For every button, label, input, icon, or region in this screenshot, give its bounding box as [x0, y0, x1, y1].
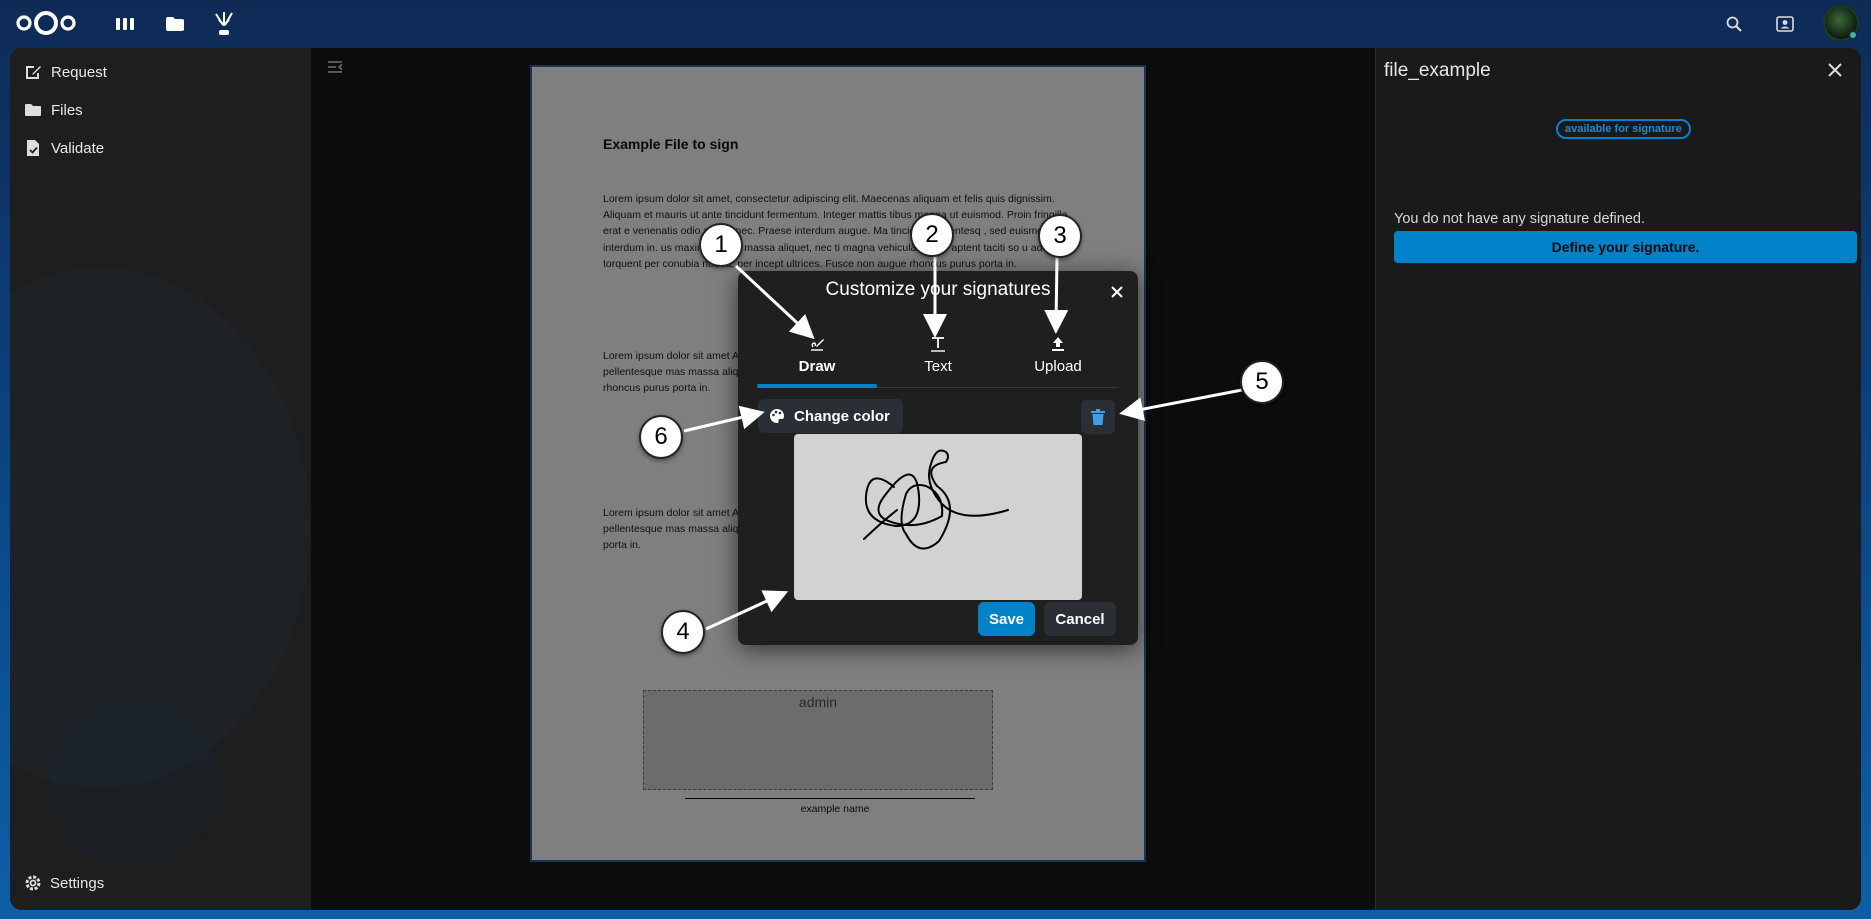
define-signature-button[interactable]: Define your signature.	[1394, 231, 1857, 263]
cancel-button[interactable]: Cancel	[1044, 602, 1116, 636]
status-dot	[1848, 30, 1858, 40]
draw-icon	[811, 339, 824, 351]
libresign-icon[interactable]	[210, 10, 238, 38]
tab-text[interactable]: Text	[878, 335, 998, 375]
nav-item-label: Files	[51, 101, 83, 119]
callout-5: 5	[1240, 360, 1284, 404]
tab-draw[interactable]: Draw	[757, 335, 877, 375]
signature-canvas[interactable]	[794, 434, 1082, 600]
settings-button[interactable]: Settings	[24, 874, 104, 892]
tab-label: Text	[924, 358, 952, 375]
tab-label: Draw	[798, 358, 836, 375]
tab-label: Upload	[1034, 358, 1082, 375]
search-icon[interactable]	[1718, 8, 1750, 40]
callout-3: 3	[1038, 214, 1082, 258]
files-icon[interactable]	[161, 10, 189, 38]
palette-icon	[770, 409, 784, 423]
trash-icon	[1091, 409, 1105, 425]
text-icon	[931, 337, 945, 352]
customize-signatures-dialog: Customize your signatures Draw Text Uplo…	[738, 271, 1138, 645]
callout-6: 6	[639, 415, 683, 459]
nextcloud-logo[interactable]	[14, 8, 78, 38]
upload-icon	[1052, 337, 1064, 351]
dialog-title: Customize your signatures	[825, 279, 1051, 300]
request-icon	[26, 66, 41, 79]
clear-signature-button[interactable]	[1081, 400, 1115, 434]
close-icon[interactable]	[1108, 283, 1126, 301]
change-color-label: Change color	[794, 407, 890, 425]
nav-item-request[interactable]: Request	[24, 57, 107, 87]
callout-4: 4	[661, 610, 705, 654]
sidebar-title: file_example	[1384, 60, 1491, 81]
folder-icon	[25, 104, 41, 116]
status-badge: available for signature	[1556, 119, 1691, 139]
tab-upload[interactable]: Upload	[998, 335, 1118, 375]
nav-item-validate[interactable]: Validate	[24, 133, 104, 163]
save-button[interactable]: Save	[978, 602, 1035, 636]
contacts-icon[interactable]	[1769, 8, 1801, 40]
settings-label: Settings	[50, 874, 105, 892]
close-icon[interactable]	[1825, 60, 1845, 80]
avatar[interactable]	[1823, 5, 1859, 41]
callout-1: 1	[699, 223, 743, 267]
no-signature-message: You do not have any signature defined.	[1394, 211, 1645, 227]
nav-item-label: Request	[51, 63, 107, 81]
active-tab-indicator	[757, 384, 877, 388]
nav-item-files[interactable]: Files	[24, 95, 83, 125]
validate-icon	[27, 140, 39, 156]
header	[0, 0, 1871, 48]
app-navigation: Request Files Validate Settings	[10, 48, 311, 910]
nav-item-label: Validate	[51, 139, 105, 157]
callout-2: 2	[910, 213, 954, 257]
signature-stroke	[863, 449, 1009, 550]
dashboard-icon[interactable]	[111, 10, 139, 38]
right-sidebar: file_example available for signature You…	[1375, 48, 1861, 910]
change-color-button[interactable]: Change color	[758, 399, 903, 433]
gear-icon	[25, 875, 41, 891]
